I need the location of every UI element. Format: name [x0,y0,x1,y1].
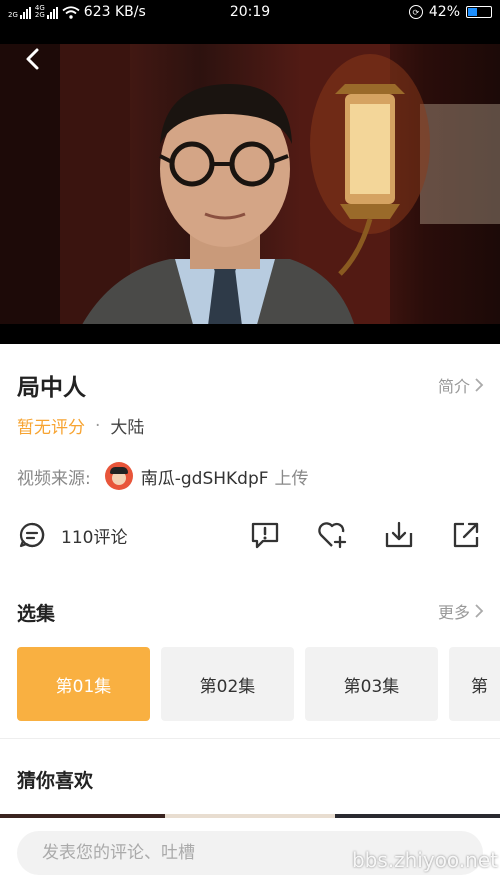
video-frame [0,44,500,344]
comment-icon [19,522,45,548]
status-bar: 2G 4G 2G 623 KB/s 20:19 ⟳ 42% [0,0,500,26]
favorite-add-icon[interactable] [316,519,348,551]
rotation-lock-icon: ⟳ [408,5,423,19]
rating-text: 暂无评分 [17,418,85,438]
video-still-image [0,44,500,344]
upload-text: 上传 [274,468,309,489]
watermark-text: bbs.zhiyoo.net [351,848,498,872]
episode-button-04[interactable]: 第 [449,647,500,721]
comments-count: 110评论 [61,527,128,548]
avatar[interactable] [104,462,133,490]
battery-icon [466,6,492,18]
show-title: 局中人 [17,375,86,401]
download-icon[interactable] [383,519,415,551]
uploader-name[interactable]: 南瓜-gdSHKdpF [141,464,269,489]
episode-button-01[interactable]: 第01集 [17,647,150,721]
meta-separator: · [95,415,101,436]
source-label: 视频来源: [17,468,91,489]
episode-button-03[interactable]: 第03集 [305,647,438,721]
chevron-left-icon[interactable] [18,44,48,74]
episodes-title: 选集 [17,603,56,625]
video-source: 视频来源: 南瓜-gdSHKdpF 上传 [17,462,309,490]
video-bottom-bar [0,324,500,344]
episode-list: 第01集 第02集 第03集 第 [17,647,500,721]
video-player[interactable] [0,26,500,344]
recommend-title: 猜你喜欢 [17,770,94,792]
battery-percent: 42% [428,4,460,20]
chevron-right-icon [475,378,484,392]
share-icon[interactable] [450,519,482,551]
show-meta: 暂无评分 · 大陆 [17,413,145,439]
more-label: 更多 [437,603,470,622]
chevron-right-icon [475,604,484,618]
section-divider [0,738,500,739]
action-bar: 110评论 [0,515,500,557]
intro-label: 简介 [437,377,470,396]
intro-link[interactable]: 简介 [438,373,484,397]
more-episodes-link[interactable]: 更多 [438,599,484,623]
episode-button-02[interactable]: 第02集 [161,647,294,721]
comments-button[interactable]: 110评论 [17,520,127,550]
report-icon[interactable] [249,519,281,551]
region-text: 大陆 [110,418,145,438]
status-right: ⟳ 42% [408,4,492,20]
battery-fill [468,8,477,16]
